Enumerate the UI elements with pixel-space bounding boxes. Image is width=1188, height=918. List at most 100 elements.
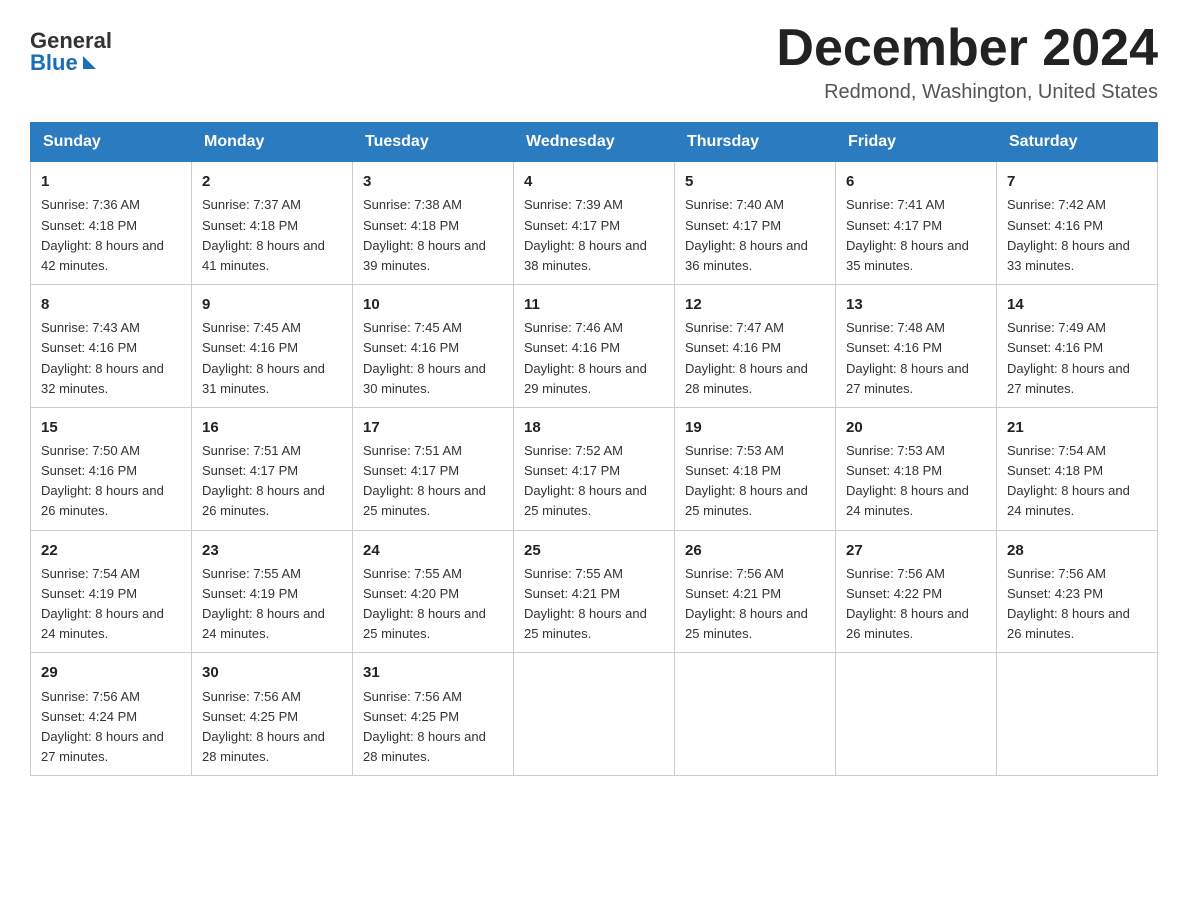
day-number: 18 (524, 416, 664, 439)
location-text: Redmond, Washington, United States (776, 81, 1158, 104)
day-cell-25: 25Sunrise: 7:55 AMSunset: 4:21 PMDayligh… (514, 530, 675, 653)
day-number: 14 (1007, 293, 1147, 316)
day-info: Sunrise: 7:56 AMSunset: 4:23 PMDaylight:… (1007, 564, 1147, 645)
day-cell-12: 12Sunrise: 7:47 AMSunset: 4:16 PMDayligh… (675, 285, 836, 408)
day-info: Sunrise: 7:56 AMSunset: 4:22 PMDaylight:… (846, 564, 986, 645)
day-cell-29: 29 Sunrise: 7:56 AMSunset: 4:24 PMDayligh… (31, 653, 192, 776)
day-cell-4: 4Sunrise: 7:39 AMSunset: 4:17 PMDaylight… (514, 162, 675, 285)
column-header-monday: Monday (192, 123, 353, 162)
day-cell-8: 8Sunrise: 7:43 AMSunset: 4:16 PMDaylight… (31, 285, 192, 408)
day-number: 10 (363, 293, 503, 316)
column-header-friday: Friday (836, 123, 997, 162)
month-title: December 2024 (776, 20, 1158, 77)
day-number: 21 (1007, 416, 1147, 439)
day-info: Sunrise: 7:50 AMSunset: 4:16 PMDaylight:… (41, 441, 181, 522)
day-number: 11 (524, 293, 664, 316)
day-cell-6: 6Sunrise: 7:41 AMSunset: 4:17 PMDaylight… (836, 162, 997, 285)
day-info: Sunrise: 7:54 AMSunset: 4:18 PMDaylight:… (1007, 441, 1147, 522)
day-info: Sunrise: 7:52 AMSunset: 4:17 PMDaylight:… (524, 441, 664, 522)
day-cell-23: 23Sunrise: 7:55 AMSunset: 4:19 PMDayligh… (192, 530, 353, 653)
column-header-thursday: Thursday (675, 123, 836, 162)
day-info: Sunrise: 7:51 AMSunset: 4:17 PMDaylight:… (202, 441, 342, 522)
day-number: 20 (846, 416, 986, 439)
day-number: 26 (685, 539, 825, 562)
column-header-wednesday: Wednesday (514, 123, 675, 162)
day-info: Sunrise: 7:55 AMSunset: 4:19 PMDaylight:… (202, 564, 342, 645)
logo-blue: Blue (30, 52, 112, 74)
day-cell-7: 7Sunrise: 7:42 AMSunset: 4:16 PMDaylight… (997, 162, 1158, 285)
day-number: 25 (524, 539, 664, 562)
empty-cell (514, 653, 675, 776)
week-row-4: 22Sunrise: 7:54 AMSunset: 4:19 PMDayligh… (31, 530, 1158, 653)
day-info: Sunrise: 7:56 AMSunset: 4:25 PMDaylight:… (363, 687, 503, 768)
day-cell-10: 10Sunrise: 7:45 AMSunset: 4:16 PMDayligh… (353, 285, 514, 408)
day-info: Sunrise: 7:53 AMSunset: 4:18 PMDaylight:… (685, 441, 825, 522)
day-cell-1: 1Sunrise: 7:36 AMSunset: 4:18 PMDaylight… (31, 162, 192, 285)
day-info: Sunrise: 7:47 AMSunset: 4:16 PMDaylight:… (685, 318, 825, 399)
day-info: Sunrise: 7:41 AMSunset: 4:17 PMDaylight:… (846, 195, 986, 276)
day-number: 2 (202, 170, 342, 193)
column-header-sunday: Sunday (31, 123, 192, 162)
day-number: 15 (41, 416, 181, 439)
day-cell-27: 27Sunrise: 7:56 AMSunset: 4:22 PMDayligh… (836, 530, 997, 653)
empty-cell (836, 653, 997, 776)
day-info: Sunrise: 7:42 AMSunset: 4:16 PMDaylight:… (1007, 195, 1147, 276)
day-info: Sunrise: 7:55 AMSunset: 4:21 PMDaylight:… (524, 564, 664, 645)
day-number: 12 (685, 293, 825, 316)
day-number: 7 (1007, 170, 1147, 193)
week-row-2: 8Sunrise: 7:43 AMSunset: 4:16 PMDaylight… (31, 285, 1158, 408)
day-cell-18: 18Sunrise: 7:52 AMSunset: 4:17 PMDayligh… (514, 407, 675, 530)
logo-general: General (30, 30, 112, 52)
calendar-header-row: SundayMondayTuesdayWednesdayThursdayFrid… (31, 123, 1158, 162)
day-number: 17 (363, 416, 503, 439)
day-cell-26: 26Sunrise: 7:56 AMSunset: 4:21 PMDayligh… (675, 530, 836, 653)
day-info: Sunrise: 7:49 AMSunset: 4:16 PMDaylight:… (1007, 318, 1147, 399)
day-cell-14: 14Sunrise: 7:49 AMSunset: 4:16 PMDayligh… (997, 285, 1158, 408)
column-header-saturday: Saturday (997, 123, 1158, 162)
day-number: 27 (846, 539, 986, 562)
day-cell-17: 17Sunrise: 7:51 AMSunset: 4:17 PMDayligh… (353, 407, 514, 530)
week-row-5: 29 Sunrise: 7:56 AMSunset: 4:24 PMDayligh… (31, 653, 1158, 776)
empty-cell (997, 653, 1158, 776)
day-cell-22: 22Sunrise: 7:54 AMSunset: 4:19 PMDayligh… (31, 530, 192, 653)
calendar-table: SundayMondayTuesdayWednesdayThursdayFrid… (30, 122, 1158, 776)
day-number: 9 (202, 293, 342, 316)
column-header-tuesday: Tuesday (353, 123, 514, 162)
week-row-3: 15Sunrise: 7:50 AMSunset: 4:16 PMDayligh… (31, 407, 1158, 530)
day-number: 3 (363, 170, 503, 193)
day-number: 23 (202, 539, 342, 562)
day-cell-9: 9Sunrise: 7:45 AMSunset: 4:16 PMDaylight… (192, 285, 353, 408)
day-cell-15: 15Sunrise: 7:50 AMSunset: 4:16 PMDayligh… (31, 407, 192, 530)
day-info: Sunrise: 7:38 AMSunset: 4:18 PMDaylight:… (363, 195, 503, 276)
day-info: Sunrise: 7:39 AMSunset: 4:17 PMDaylight:… (524, 195, 664, 276)
day-info: Sunrise: 7:54 AMSunset: 4:19 PMDaylight:… (41, 564, 181, 645)
day-info: Sunrise: 7:37 AMSunset: 4:18 PMDaylight:… (202, 195, 342, 276)
day-cell-31: 31 Sunrise: 7:56 AMSunset: 4:25 PMDayligh… (353, 653, 514, 776)
day-cell-11: 11Sunrise: 7:46 AMSunset: 4:16 PMDayligh… (514, 285, 675, 408)
empty-cell (675, 653, 836, 776)
day-info: Sunrise: 7:56 AMSunset: 4:25 PMDaylight:… (202, 687, 342, 768)
day-number: 8 (41, 293, 181, 316)
day-info: Sunrise: 7:56 AMSunset: 4:21 PMDaylight:… (685, 564, 825, 645)
day-info: Sunrise: 7:40 AMSunset: 4:17 PMDaylight:… (685, 195, 825, 276)
title-section: December 2024 Redmond, Washington, Unite… (776, 20, 1158, 104)
day-number: 31 (363, 661, 503, 684)
week-row-1: 1Sunrise: 7:36 AMSunset: 4:18 PMDaylight… (31, 162, 1158, 285)
day-cell-3: 3Sunrise: 7:38 AMSunset: 4:18 PMDaylight… (353, 162, 514, 285)
day-number: 13 (846, 293, 986, 316)
day-number: 22 (41, 539, 181, 562)
day-info: Sunrise: 7:56 AMSunset: 4:24 PMDaylight:… (41, 687, 181, 768)
day-number: 6 (846, 170, 986, 193)
day-info: Sunrise: 7:43 AMSunset: 4:16 PMDaylight:… (41, 318, 181, 399)
day-number: 29 (41, 661, 181, 684)
page-header: General Blue December 2024 Redmond, Wash… (30, 20, 1158, 104)
day-info: Sunrise: 7:46 AMSunset: 4:16 PMDaylight:… (524, 318, 664, 399)
day-cell-28: 28Sunrise: 7:56 AMSunset: 4:23 PMDayligh… (997, 530, 1158, 653)
day-info: Sunrise: 7:53 AMSunset: 4:18 PMDaylight:… (846, 441, 986, 522)
day-info: Sunrise: 7:48 AMSunset: 4:16 PMDaylight:… (846, 318, 986, 399)
day-cell-24: 24Sunrise: 7:55 AMSunset: 4:20 PMDayligh… (353, 530, 514, 653)
day-number: 5 (685, 170, 825, 193)
day-info: Sunrise: 7:45 AMSunset: 4:16 PMDaylight:… (363, 318, 503, 399)
day-cell-13: 13Sunrise: 7:48 AMSunset: 4:16 PMDayligh… (836, 285, 997, 408)
day-number: 30 (202, 661, 342, 684)
